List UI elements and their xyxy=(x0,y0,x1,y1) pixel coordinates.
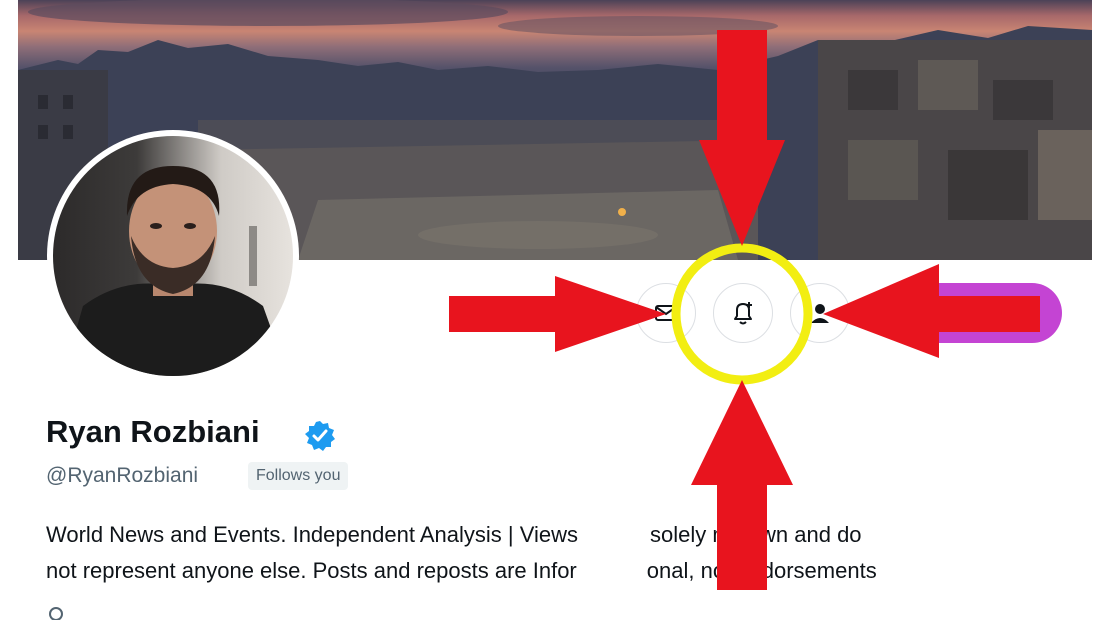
bio-line-1: World News and Events. Independent Analy… xyxy=(46,522,862,548)
follows-you-badge: Follows you xyxy=(248,462,349,490)
avatar[interactable] xyxy=(47,130,299,382)
bio-line-2-tail: onal, not endorsements xyxy=(646,558,877,583)
display-name: Ryan Rozbiani xyxy=(46,414,260,449)
envelope-icon xyxy=(655,305,677,321)
more-button[interactable] xyxy=(790,283,850,343)
bio-line-1-tail: solely my own and do xyxy=(649,522,862,547)
avatar-photo xyxy=(53,136,293,376)
profile-meta-row xyxy=(46,606,66,620)
bell-plus-icon xyxy=(734,302,752,325)
bio-line-1-text: World News and Events. Independent Analy… xyxy=(46,522,578,547)
location-icon xyxy=(49,607,63,620)
profile-handle: @RyanRozbiani xyxy=(46,464,199,487)
bio-line-2-text: not represent anyone else. Posts and rep… xyxy=(46,558,577,583)
follow-button[interactable] xyxy=(880,283,1062,343)
person-icon xyxy=(811,304,829,323)
verified-badge-icon xyxy=(305,421,335,451)
bio-line-2: not represent anyone else. Posts and rep… xyxy=(46,558,877,584)
profile-screenshot: Ryan Rozbiani @RyanRozbiani Follows you … xyxy=(0,0,1100,620)
notify-button[interactable] xyxy=(713,283,773,343)
message-button[interactable] xyxy=(636,283,696,343)
